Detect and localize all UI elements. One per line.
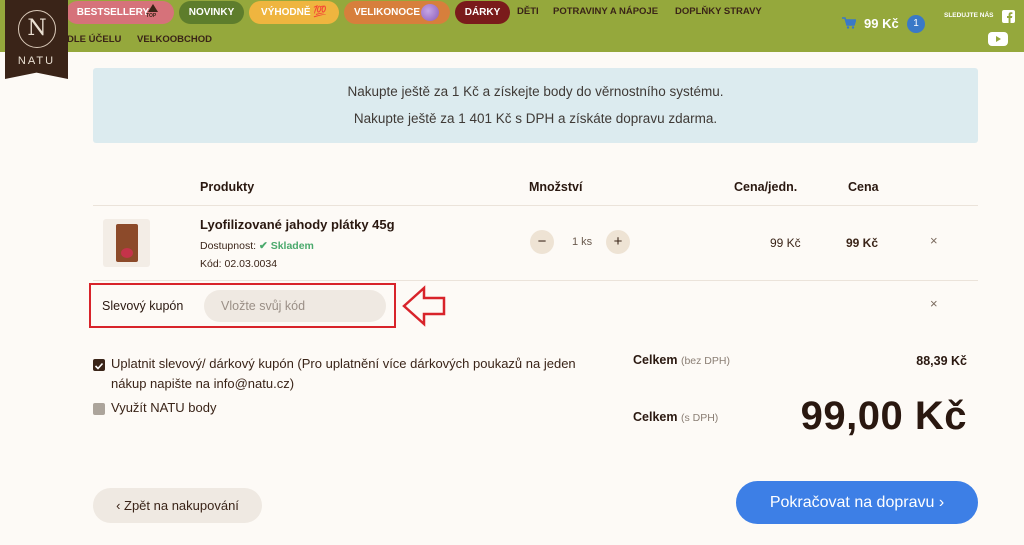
column-header-unit-price: Cena/jedn.: [734, 180, 798, 194]
total-without-vat-label: Celkem (bez DPH): [633, 353, 730, 367]
cart-icon[interactable]: [842, 17, 856, 29]
column-header-products: Produkty: [200, 180, 255, 194]
back-to-shopping-button[interactable]: ‹ Zpět na nakupování: [93, 488, 262, 523]
product-image[interactable]: [103, 219, 150, 267]
logo-text: NATU: [17, 55, 56, 67]
strawberry-graphic: [121, 248, 133, 258]
line-total-price: 99 Kč: [846, 236, 879, 250]
coupon-label: Slevový kupón: [102, 299, 184, 313]
coupon-code-input[interactable]: [204, 290, 386, 322]
total-with-vat-value: 99,00 Kč: [800, 394, 967, 438]
nav-pill-vyhodne[interactable]: VÝHODNĚ 💯: [249, 1, 339, 24]
top-badge-icon: [148, 4, 158, 12]
apply-coupon-label[interactable]: Uplatnit slevový/ dárkový kupón (Pro upl…: [111, 354, 591, 394]
quantity-value[interactable]: 1 ks: [572, 236, 592, 248]
column-header-price: Cena: [848, 180, 879, 194]
apply-coupon-checkbox[interactable]: [93, 359, 105, 371]
facebook-icon[interactable]: [1002, 10, 1015, 23]
remove-item-icon[interactable]: ×: [930, 233, 938, 248]
leaf-logo-icon: N: [18, 10, 56, 48]
easter-egg-icon: [421, 4, 439, 21]
nav-pill-darky[interactable]: DÁRKY: [455, 1, 510, 24]
product-code: Kód: 02.03.0034: [200, 258, 278, 270]
column-header-quantity: Množství: [529, 180, 583, 194]
quantity-increase-button[interactable]: +: [606, 230, 630, 254]
cart-count-badge: 1: [907, 15, 925, 33]
use-points-checkbox[interactable]: [93, 403, 105, 415]
arrow-left-icon: [402, 285, 446, 327]
divider: [93, 205, 978, 206]
unit-price: 99 Kč: [770, 236, 801, 250]
natu-logo[interactable]: N NATU: [5, 0, 68, 79]
loyalty-shipping-notice: Nakupte ještě za 1 Kč a získejte body do…: [93, 68, 978, 143]
product-name[interactable]: Lyofilizované jahody plátky 45g: [200, 217, 395, 232]
use-points-label[interactable]: Využít NATU body: [111, 398, 216, 418]
total-with-vat-label: Celkem (s DPH): [633, 410, 719, 424]
youtube-icon[interactable]: [988, 32, 1008, 46]
loyalty-notice-text: Nakupte ještě za 1 Kč a získejte body do…: [347, 84, 724, 99]
nav-link-doplnky[interactable]: DOPLŇKY STRAVY: [675, 6, 762, 18]
availability: Dostupnost: ✔ Skladem: [200, 240, 314, 252]
quantity-decrease-button[interactable]: −: [530, 230, 554, 254]
follow-us-label: SLEDUJTE NÁS: [944, 12, 994, 19]
shipping-notice-text: Nakupte ještě za 1 401 Kč s DPH a získát…: [353, 111, 718, 126]
cart-total[interactable]: 99 Kč: [864, 16, 899, 31]
nav-link-potraviny[interactable]: POTRAVINY A NÁPOJE: [553, 6, 658, 18]
hundred-icon: 💯: [313, 6, 327, 18]
coupon-close-icon[interactable]: ×: [930, 296, 938, 311]
nav-link-dle-ucelu[interactable]: DLE ÚČELU: [67, 34, 121, 46]
top-badge-text: TOP: [146, 13, 157, 19]
divider: [93, 280, 978, 281]
nav-link-velkoobchod[interactable]: VELKOOBCHOD: [137, 34, 212, 46]
continue-to-shipping-button[interactable]: Pokračovat na dopravu ›: [736, 481, 978, 524]
nav-link-deti[interactable]: DĚTI: [517, 6, 539, 18]
in-stock-status: ✔ Skladem: [258, 240, 314, 252]
nav-pill-novinky[interactable]: NOVINKY: [179, 1, 244, 24]
total-without-vat-value: 88,39 Kč: [916, 354, 967, 368]
